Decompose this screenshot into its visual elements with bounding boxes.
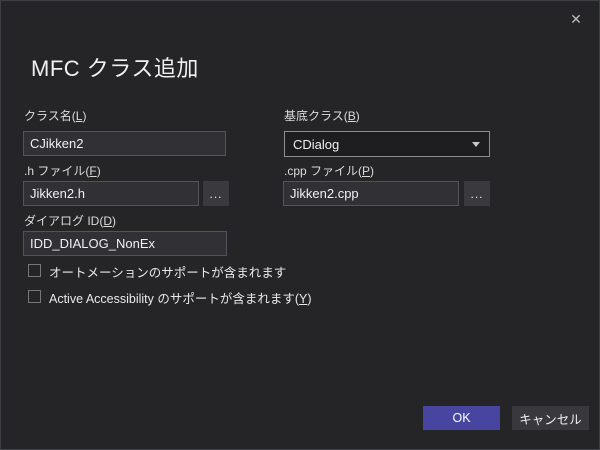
close-icon: ✕ [570,10,582,27]
base-class-selected-value: CDialog [293,136,340,152]
dialog-title: MFC クラス追加 [31,56,199,81]
label-pre: .h ファイル( [24,164,90,178]
h-file-browse-button[interactable]: ... [203,181,229,206]
automation-support-checkbox[interactable] [28,264,41,277]
label-pre: ダイアログ ID( [24,214,104,228]
base-class-label: 基底クラス(B) [284,107,360,124]
automation-support-checkbox-label[interactable]: オートメーションのサポートが含まれます [49,262,286,281]
label-post: ) [82,109,87,123]
label-post: ) [370,164,375,178]
dropdown-arrow-icon [472,142,480,147]
cpp-file-label: .cpp ファイル(P) [284,162,374,179]
cancel-button[interactable]: キャンセル [512,406,589,430]
cpp-file-browse-button[interactable]: ... [464,181,490,206]
label-mnemonic: B [347,109,356,123]
label-mnemonic: P [362,164,371,178]
label-post: ) [112,214,117,228]
mfc-add-class-dialog: ✕ MFC クラス追加 クラス名(L) 基底クラス(B) CDialog .h … [0,0,600,450]
ok-button[interactable]: OK [423,406,500,430]
label-pre: Active Accessibility のサポートが含まれます( [49,292,300,306]
h-file-input[interactable] [23,181,199,206]
label-mnemonic: F [89,164,97,178]
label-post: ) [96,164,101,178]
label-pre: クラス名( [24,109,76,123]
label-pre: オートメーションのサポートが含まれます [49,266,287,280]
dialog-id-label: ダイアログ ID(D) [24,212,116,229]
base-class-combobox[interactable]: CDialog [284,131,490,157]
class-name-label: クラス名(L) [24,107,86,124]
dialog-id-input[interactable] [23,231,227,256]
label-post: ) [307,292,312,306]
class-name-input[interactable] [23,131,226,156]
h-file-label: .h ファイル(F) [24,162,101,179]
label-pre: 基底クラス( [284,109,348,123]
label-pre: .cpp ファイル( [284,164,363,178]
cpp-file-input[interactable] [283,181,459,206]
label-mnemonic: D [103,214,113,228]
active-accessibility-checkbox[interactable] [28,290,41,303]
active-accessibility-checkbox-label[interactable]: Active Accessibility のサポートが含まれます(Y) [49,288,312,307]
label-post: ) [355,109,360,123]
close-button[interactable]: ✕ [563,7,589,31]
